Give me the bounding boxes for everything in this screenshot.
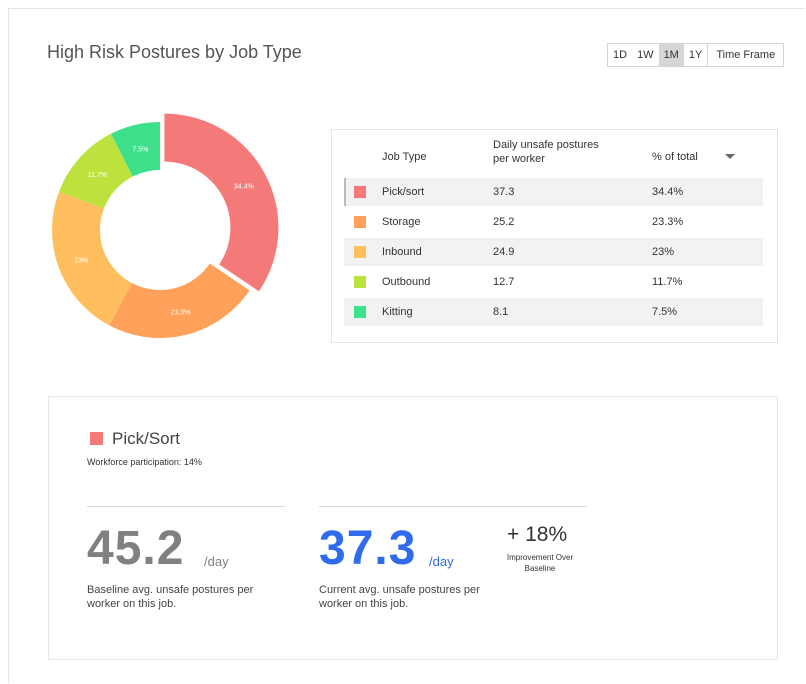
job-type-table: Job Type Daily unsafe postures per worke… [331, 129, 778, 343]
timeframe-1d-button[interactable]: 1D [608, 44, 632, 66]
current-description: Current avg. unsafe postures per worker … [319, 584, 480, 610]
donut-label: 23% [74, 258, 88, 265]
header-job-type: Job Type [382, 151, 427, 163]
job-detail-card: Pick/Sort Workforce participation: 14% 4… [48, 396, 778, 660]
row-job-type: Storage [382, 216, 421, 228]
color-swatch [354, 216, 366, 228]
donut-label: 34.4% [234, 183, 254, 190]
donut-slice-pick-sort[interactable] [164, 113, 279, 292]
divider [319, 506, 587, 507]
donut-label: 11.7% [88, 172, 107, 179]
row-daily: 8.1 [493, 306, 509, 318]
row-pct: 23% [652, 246, 675, 258]
timeframe-1m-button[interactable]: 1M [658, 44, 684, 66]
donut-slice-storage[interactable] [109, 263, 250, 338]
workforce-participation: Workforce participation: 14% [87, 457, 202, 467]
table-row[interactable]: Inbound 24.9 23% [344, 238, 763, 266]
header-daily-unsafe: Daily unsafe postures per worker [493, 139, 599, 165]
row-pct: 7.5% [652, 306, 678, 318]
row-pct: 34.4% [652, 186, 684, 198]
page-title: High Risk Postures by Job Type [47, 42, 302, 62]
timeframe-1w-button[interactable]: 1W [632, 44, 659, 66]
color-swatch [354, 186, 366, 198]
divider [87, 506, 285, 507]
row-job-type: Inbound [382, 246, 422, 258]
baseline-value: 45.2 [87, 522, 185, 575]
timeframe-selector: 1D 1W 1M 1Y Time Frame [607, 43, 785, 67]
row-job-type: Outbound [382, 276, 431, 288]
current-unit: /day [429, 554, 454, 569]
improvement-value: + 18% [507, 523, 568, 546]
row-job-type: Pick/sort [382, 186, 425, 198]
donut-chart: 34.4% 23.3% 23% 11.7% 7.5% [52, 113, 279, 338]
timeframe-label-button[interactable]: Time Frame [707, 44, 783, 66]
job-color-swatch [90, 432, 103, 445]
table-row[interactable]: Kitting 8.1 7.5% [344, 298, 763, 326]
job-name: Pick/Sort [112, 429, 181, 448]
row-daily: 37.3 [493, 186, 515, 198]
table-row[interactable]: Storage 25.2 23.3% [344, 208, 763, 236]
baseline-unit: /day [204, 554, 229, 569]
color-swatch [354, 276, 366, 288]
color-swatch [354, 246, 366, 258]
table-row[interactable]: Pick/sort 37.3 34.4% [344, 178, 763, 206]
header-pct-total[interactable]: % of total [652, 150, 698, 164]
table-row[interactable]: Outbound 12.7 11.7% [344, 268, 763, 296]
donut-slice-inbound[interactable] [52, 191, 132, 326]
improvement-label: Improvement Over Baseline [506, 553, 574, 573]
current-value: 37.3 [319, 522, 417, 575]
row-pct: 23.3% [652, 216, 684, 228]
row-job-type: Kitting [382, 306, 413, 318]
row-pct: 11.7% [652, 276, 683, 288]
sort-down-icon[interactable] [725, 154, 735, 159]
donut-label: 7.5% [132, 146, 148, 153]
donut-label: 23.3% [170, 309, 190, 316]
baseline-description: Baseline avg. unsafe postures per worker… [87, 584, 254, 610]
row-daily: 24.9 [493, 246, 515, 258]
row-daily: 25.2 [493, 216, 515, 228]
row-daily: 12.7 [493, 276, 515, 288]
color-swatch [354, 306, 366, 318]
timeframe-1y-button[interactable]: 1Y [684, 44, 707, 66]
